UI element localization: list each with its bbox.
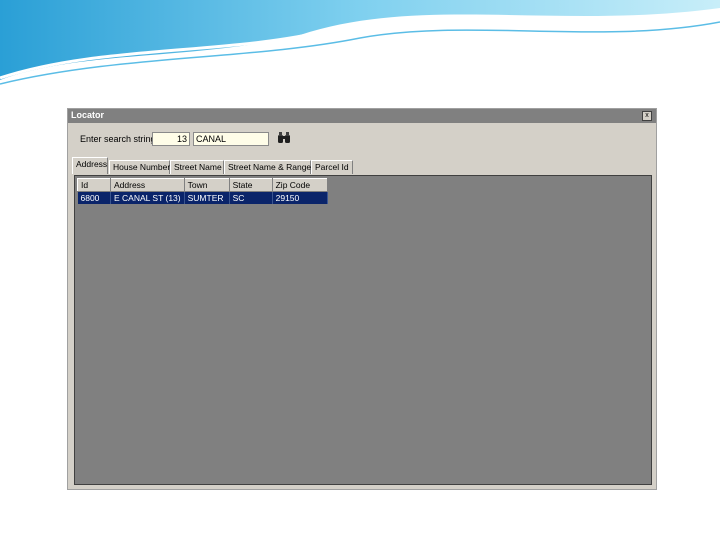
cell-town: SUMTER (184, 191, 230, 204)
title-bar[interactable]: Locator x (68, 109, 656, 123)
tab-address[interactable]: Address (72, 157, 108, 174)
tab-street-name-range[interactable]: Street Name & Range (224, 160, 311, 174)
table-header-row: Id Address Town State Zip Code (77, 178, 328, 192)
search-label: Enter search string (80, 134, 156, 144)
header-swoosh-decoration (0, 0, 720, 85)
cell-zip-code: 29150 (272, 191, 328, 204)
column-header-town[interactable]: Town (183, 178, 230, 192)
column-header-id[interactable]: Id (77, 178, 111, 192)
table-row[interactable]: 6800 E CANAL ST (13) SUMTER SC 29150 (77, 191, 328, 204)
window-title: Locator (71, 110, 105, 120)
locator-window: Locator x Enter search string 13 CANAL A… (67, 108, 657, 490)
tab-street-name[interactable]: Street Name (170, 160, 224, 174)
binoculars-icon[interactable] (277, 132, 291, 144)
tab-parcel-id[interactable]: Parcel Id (311, 160, 353, 174)
column-header-state[interactable]: State (228, 178, 273, 192)
cell-state: SC (229, 191, 273, 204)
tab-house-number[interactable]: House Number (109, 160, 170, 174)
column-header-address[interactable]: Address (110, 178, 185, 192)
close-button[interactable]: x (642, 111, 652, 121)
search-input[interactable]: CANAL (193, 132, 269, 146)
cell-id: 6800 (77, 191, 111, 204)
results-table: Id Address Town State Zip Code 6800 E CA… (77, 178, 328, 204)
column-header-zip-code[interactable]: Zip Code (271, 178, 328, 192)
cell-address: E CANAL ST (13) (110, 191, 185, 204)
results-grid[interactable]: Id Address Town State Zip Code 6800 E CA… (74, 175, 652, 485)
house-number-input[interactable]: 13 (152, 132, 190, 146)
